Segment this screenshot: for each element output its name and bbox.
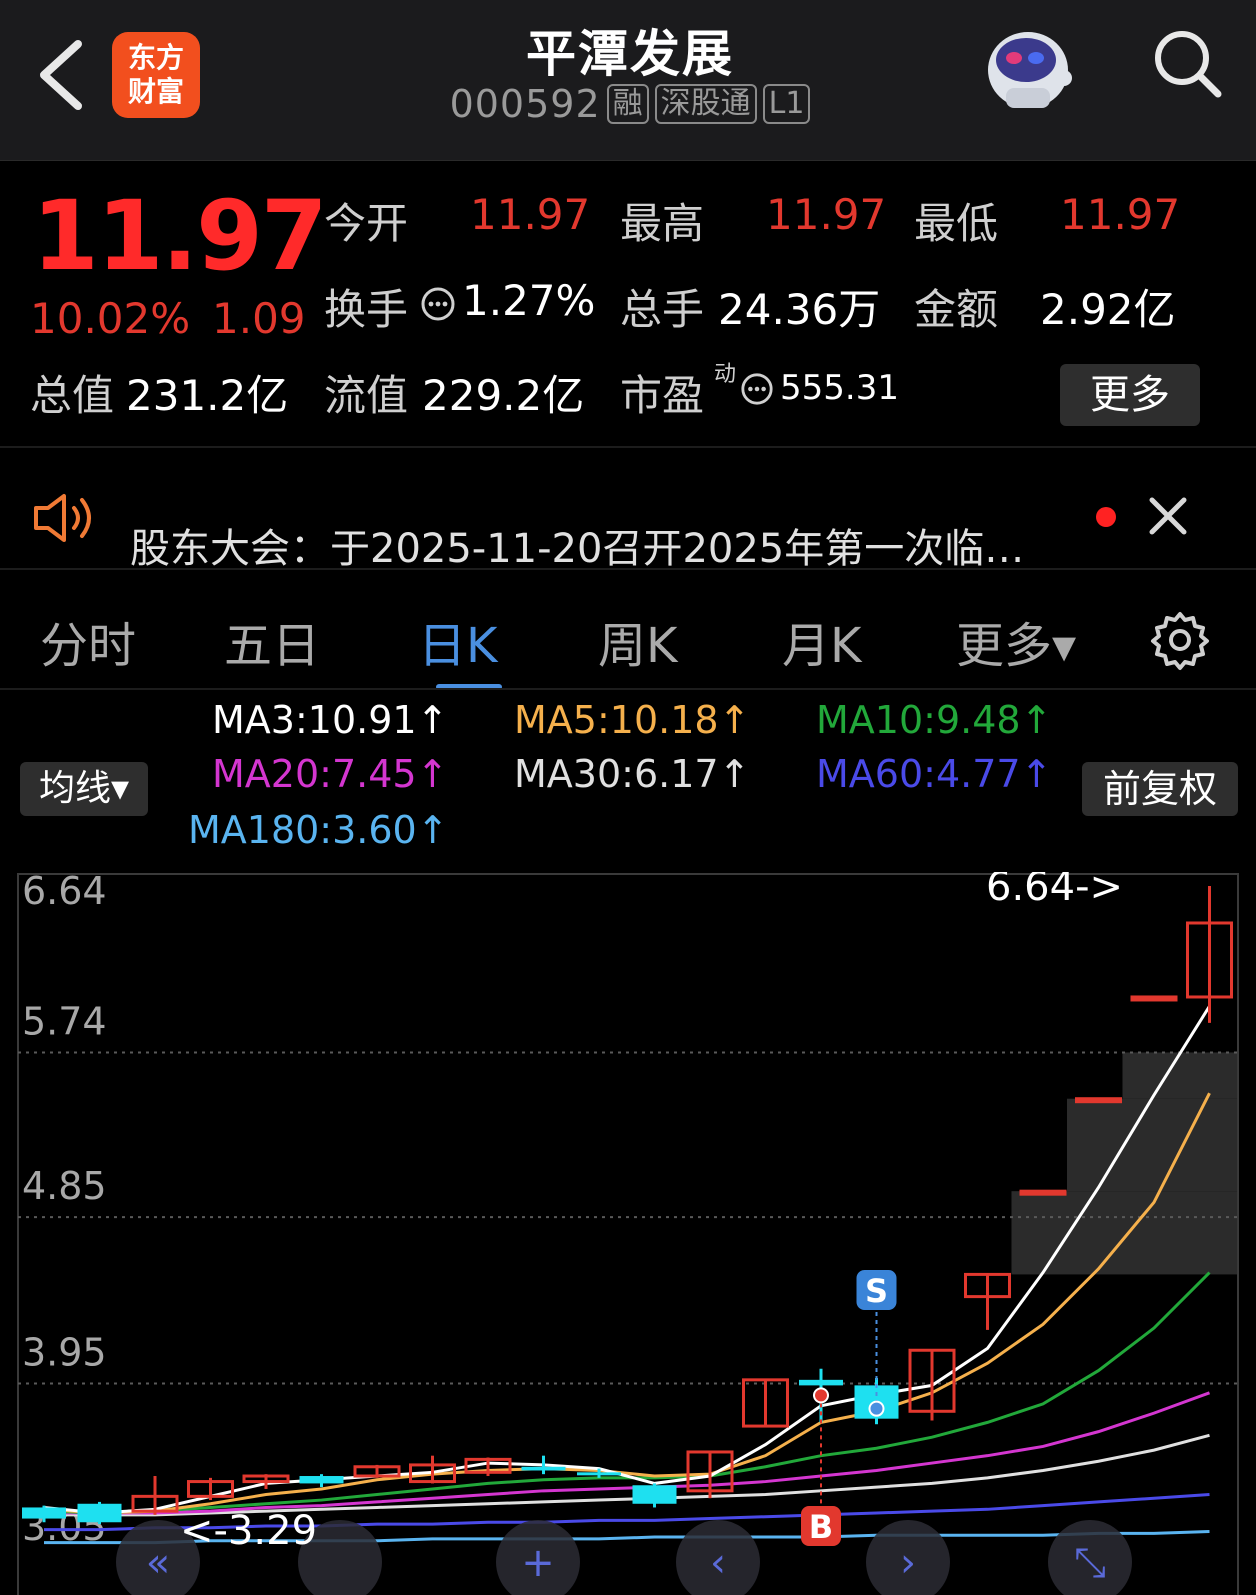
divider: [0, 688, 1256, 690]
low-value: 11.97: [1060, 190, 1181, 239]
stock-code: 000592: [449, 82, 601, 126]
pe-value: 555.31: [780, 368, 899, 408]
min-price-label: <-3.29: [180, 1508, 317, 1554]
robot-mascot-icon[interactable]: [980, 18, 1076, 114]
current-price: 11.97: [32, 180, 328, 292]
ma20-value: MA20:7.45↑: [212, 752, 449, 796]
logo-line1: 东方: [127, 41, 184, 74]
ma60-value: MA60:4.77↑: [816, 752, 1053, 796]
candle-body: [521, 1466, 566, 1471]
candle-body: [299, 1476, 344, 1484]
unread-dot: [1096, 507, 1116, 527]
pe-dynamic-mark: 动: [714, 362, 737, 387]
turnover-label: 换手: [324, 285, 409, 334]
forward-adjust-button[interactable]: 前复权: [1082, 762, 1238, 816]
open-value: 11.97: [470, 190, 591, 239]
ma-selector-button[interactable]: 均线▾: [20, 762, 148, 816]
logo-line2: 财富: [127, 75, 184, 108]
connect-tag: 深股通: [654, 84, 757, 124]
info-icon[interactable]: [740, 372, 774, 406]
kline-chart[interactable]: 6.645.744.853.953.056.64->SB« + ‹ › ⤡<-3.29: [0, 872, 1256, 1595]
divider: [0, 446, 1256, 448]
candle-body: [22, 1507, 66, 1519]
buy-point: [813, 1387, 829, 1404]
tab-monthly-k[interactable]: 月K: [782, 606, 861, 676]
stock-name: 平潭发展: [526, 25, 734, 83]
change-amount: 1.09: [212, 294, 306, 343]
candle-body: [632, 1485, 677, 1504]
tab-five-day[interactable]: 五日: [224, 606, 320, 676]
candle-body: [799, 1379, 843, 1386]
stock-code-line: 000592 融 深股通 L1: [400, 82, 860, 126]
app-logo[interactable]: 东方 财富: [112, 32, 200, 118]
sell-point: [868, 1400, 885, 1417]
back-arrow-icon[interactable]: [34, 38, 94, 112]
tab-intraday[interactable]: 分时: [40, 606, 136, 676]
speaker-icon: [34, 494, 91, 542]
ma3-value: MA3:10.91↑: [212, 698, 449, 742]
search-icon[interactable]: [1148, 24, 1228, 104]
volume-label: 总手: [620, 285, 705, 334]
ma10-value: MA10:9.48↑: [816, 698, 1053, 742]
ma180-value: MA180:3.60↑: [188, 808, 449, 852]
announcement-text[interactable]: 股东大会：于2025-11-20召开2025年第一次临…: [130, 516, 1024, 574]
ma30-value: MA30:6.17↑: [514, 752, 751, 796]
high-label: 最高: [620, 199, 705, 248]
info-icon[interactable]: [420, 286, 456, 322]
candle-body: [577, 1472, 621, 1476]
pe-label: 市盈: [620, 371, 705, 420]
buy-marker-label: B: [809, 1508, 833, 1546]
y-tick-label: 5.74: [22, 999, 107, 1043]
y-tick-label: 6.64: [22, 872, 107, 913]
candle-body: [77, 1503, 122, 1523]
divider: [0, 568, 1256, 570]
candle-body: [1075, 1097, 1122, 1104]
tab-more[interactable]: 更多▾: [956, 606, 1076, 676]
sell-marker-label: S: [865, 1272, 888, 1310]
y-tick-label: 4.85: [22, 1164, 107, 1208]
ma5-line: [43, 1092, 1211, 1515]
open-label: 今开: [324, 199, 409, 248]
turnover-value: 1.27%: [462, 276, 596, 325]
chart-control-icon: «: [146, 1540, 170, 1586]
price-gap-box: [1011, 1191, 1238, 1275]
chart-control-icon: ⤡: [1074, 1540, 1106, 1586]
candle-body: [1130, 995, 1178, 1002]
amount-value: 2.92亿: [1040, 285, 1176, 334]
chart-control-icon: ›: [900, 1540, 916, 1586]
chart-control-icon: +: [521, 1540, 555, 1586]
gear-icon[interactable]: [1148, 608, 1212, 672]
mktcap-value: 231.2亿: [126, 371, 289, 420]
ma5-value: MA5:10.18↑: [514, 698, 751, 742]
price-gap-box: [1122, 1052, 1238, 1099]
high-value: 11.97: [766, 190, 887, 239]
candle-body: [1019, 1189, 1067, 1196]
float-value: 229.2亿: [422, 371, 585, 420]
change-percent: 10.02%: [30, 294, 191, 343]
amount-label: 金额: [914, 285, 999, 334]
tab-daily-k[interactable]: 日K: [418, 606, 497, 676]
close-icon[interactable]: [1148, 496, 1188, 536]
max-price-label: 6.64->: [986, 872, 1123, 910]
float-label: 流值: [324, 371, 409, 420]
margin-tag: 融: [606, 84, 649, 124]
price-gap-box: [1067, 1098, 1238, 1192]
level-tag: L1: [762, 84, 811, 124]
tab-weekly-k[interactable]: 周K: [598, 606, 677, 676]
chart-control-icon: ‹: [710, 1540, 726, 1586]
low-label: 最低: [914, 199, 999, 248]
volume-value: 24.36万: [718, 285, 881, 334]
mktcap-label: 总值: [30, 371, 115, 420]
more-quote-button[interactable]: 更多: [1060, 364, 1200, 426]
y-tick-label: 3.95: [22, 1331, 107, 1375]
